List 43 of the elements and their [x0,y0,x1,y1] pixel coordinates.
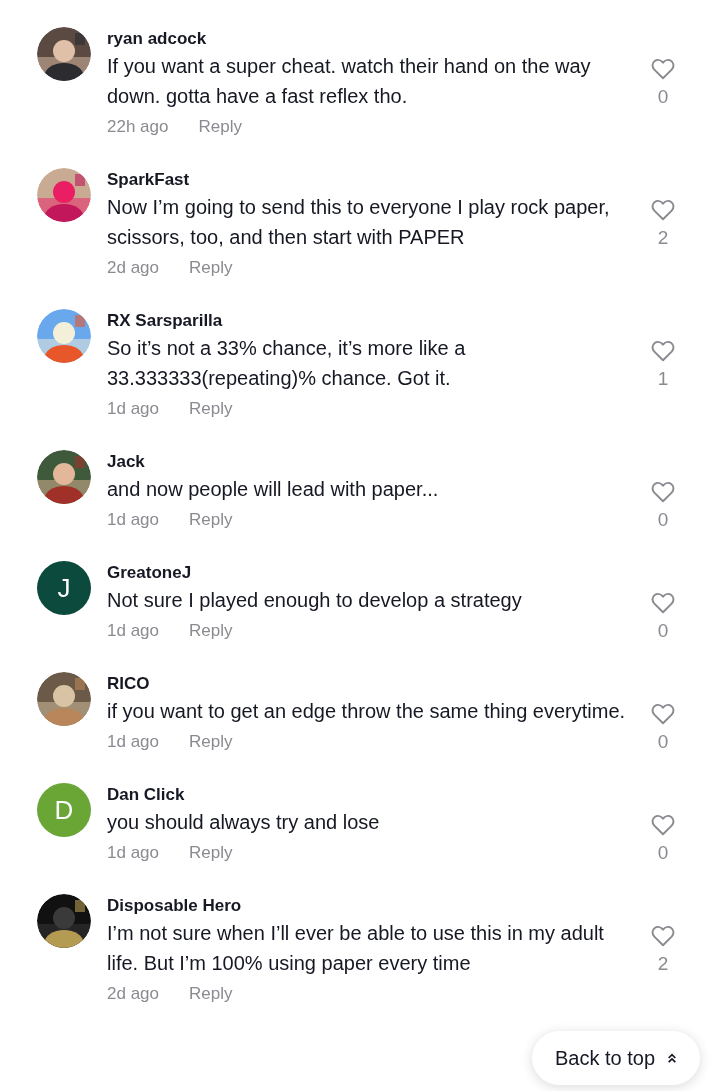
comment-text: if you want to get an edge throw the same thing everytime. [107,699,627,724]
timestamp: 1d ago [107,509,159,531]
comment-text: I’m not sure when I’ll ever be able to use this in my adult life. But I’m 100% using paper every time [107,921,605,976]
heart-icon[interactable] [650,812,676,838]
comment-text: you should always try and lose [107,810,381,835]
chevron-up-icon [667,1052,678,1064]
heart-icon[interactable] [650,338,676,364]
username[interactable]: RX Sarsparilla [107,309,638,333]
heart-icon[interactable] [650,56,676,82]
timestamp: 1d ago [107,842,159,864]
like-count: 2 [657,226,669,250]
username[interactable]: Dan Click [107,783,638,807]
heart-icon[interactable] [650,923,676,949]
comment-text: If you want a super cheat. watch their hand on the way down. gotta have a fast reflex tho. [107,54,592,109]
like-count: 1 [657,367,669,391]
username[interactable]: GreatoneJ [107,561,638,585]
timestamp: 22h ago [107,116,169,138]
like-count: 0 [657,730,669,754]
heart-icon[interactable] [650,197,676,223]
like-count: 0 [657,85,669,109]
avatar[interactable]: J [37,561,91,615]
comment-text: Now I’m going to send this to everyone I play rock paper, scissors, too, and then start with PAPER [107,195,611,250]
heart-icon[interactable] [650,590,676,616]
timestamp: 2d ago [107,983,159,1005]
timestamp: 2d ago [107,257,159,279]
heart-icon[interactable] [650,479,676,505]
username[interactable]: ryan adcock [107,27,638,51]
timestamp: 1d ago [107,731,159,753]
timestamp: 1d ago [107,620,159,642]
username[interactable]: SparkFast [107,168,638,192]
like-count: 0 [657,841,669,865]
comment-text: and now people will lead with paper... [107,477,440,502]
timestamp: 1d ago [107,398,159,420]
comment-text: So it’s not a 33% chance, it’s more like a 33.333333(repeating)% chance. Got it. [107,336,467,391]
like-count: 0 [657,619,669,643]
username[interactable]: RICO [107,672,638,696]
username[interactable]: Disposable Hero [107,894,638,918]
comment-text: Not sure I played enough to develop a strategy [107,588,523,613]
username[interactable]: Jack [107,450,638,474]
back-to-top-button[interactable]: Back to top [532,1031,700,1085]
like-count: 2 [657,952,669,976]
like-count: 0 [657,508,669,532]
heart-icon[interactable] [650,701,676,727]
